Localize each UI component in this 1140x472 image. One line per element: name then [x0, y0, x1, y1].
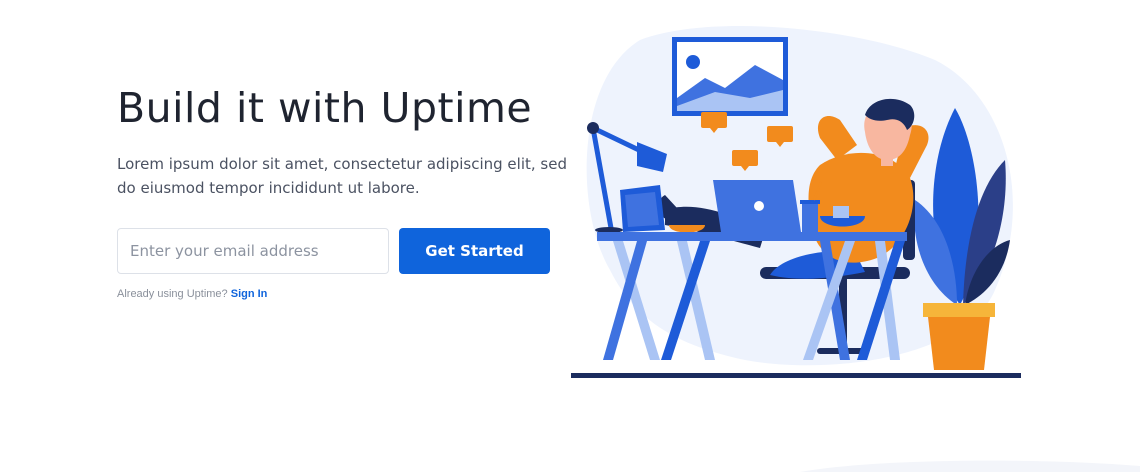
- floor-line: [571, 373, 1021, 378]
- hero-section: Build it with Uptime Lorem ipsum dolor s…: [0, 0, 1140, 472]
- picture-frame-icon: [672, 37, 788, 116]
- signin-link[interactable]: Sign In: [231, 288, 268, 300]
- hero-subtitle: Lorem ipsum dolor sit amet, consectetur …: [117, 155, 567, 197]
- bottom-wave-decoration: [800, 460, 1140, 472]
- page-title: Build it with Uptime: [117, 84, 533, 132]
- hero-illustration: [571, 26, 1021, 378]
- signin-prompt: Already using Uptime?: [117, 288, 228, 300]
- email-field[interactable]: [117, 228, 389, 274]
- monitor-icon: [620, 185, 665, 232]
- get-started-button[interactable]: Get Started: [399, 228, 550, 274]
- signin-note: Already using Uptime? Sign In: [117, 288, 267, 300]
